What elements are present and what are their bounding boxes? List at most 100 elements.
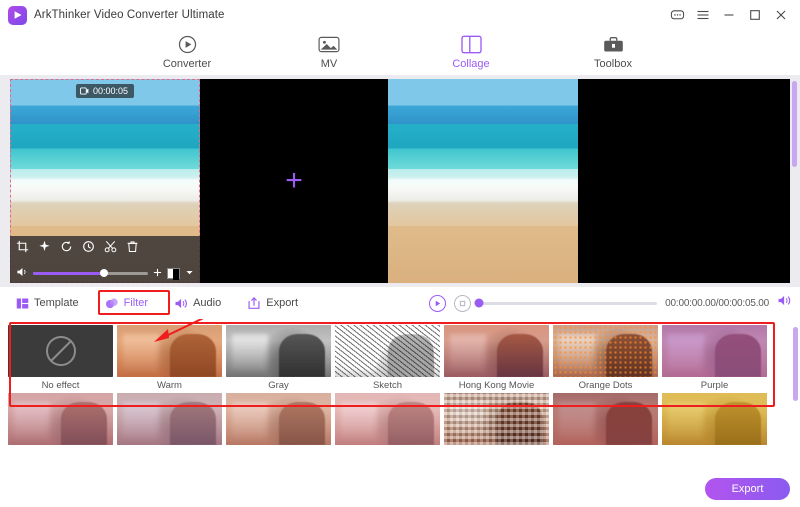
volume-knob[interactable] (100, 269, 109, 277)
close-icon[interactable] (768, 2, 794, 28)
filter-thumbnail (335, 393, 440, 445)
filter-item-hong-kong-movie[interactable]: Hong Kong Movie (444, 325, 549, 391)
filter-label: Sketch (372, 380, 403, 391)
filter-thumbnail (444, 393, 549, 445)
main-nav: Converter MV Collage Toolbox (0, 30, 800, 75)
app-title: ArkThinker Video Converter Ultimate (34, 9, 225, 21)
clip-thumbnail-2 (388, 79, 578, 283)
nav-tab-converter[interactable]: Converter (144, 34, 230, 70)
toolbar-tab-template[interactable]: Template (8, 294, 87, 313)
toolbar-tab-filter-label: Filter (123, 297, 149, 309)
filter-scrollbar[interactable] (793, 327, 798, 401)
empty-cell-background-2 (578, 79, 790, 283)
add-media-plus-icon[interactable]: + (285, 166, 303, 196)
toolbox-icon (603, 34, 624, 55)
filter-thumbnail (444, 325, 549, 377)
minimize-icon[interactable] (716, 2, 742, 28)
filter-item-gray[interactable]: Gray (226, 325, 331, 391)
title-bar: ArkThinker Video Converter Ultimate (0, 0, 800, 30)
trim-icon[interactable] (104, 240, 117, 253)
hamburger-menu-icon[interactable] (690, 2, 716, 28)
filter-thumbnail (117, 393, 222, 445)
filter-item-row2-2[interactable] (117, 393, 222, 448)
collage-icon (460, 34, 482, 55)
nav-tab-collage-label: Collage (452, 57, 490, 70)
filter-thumbnail (553, 393, 658, 445)
nav-tab-toolbox-label: Toolbox (594, 57, 632, 70)
chevron-down-icon[interactable] (185, 268, 194, 279)
crop-icon[interactable] (16, 240, 29, 253)
filter-label: Purple (700, 380, 729, 391)
export-button[interactable]: Export (705, 478, 790, 500)
export-icon (247, 296, 261, 310)
play-icon[interactable] (429, 294, 447, 312)
collage-cell-2[interactable]: + (200, 79, 388, 283)
filter-label: Hong Kong Movie (458, 380, 535, 391)
filter-panel: No effect Warm Gray Sketch Hong Kong Mov… (0, 319, 800, 507)
filter-thumbnail (8, 393, 113, 445)
filter-grid: No effect Warm Gray Sketch Hong Kong Mov… (8, 325, 792, 448)
clip-duration-text: 00:00:05 (92, 86, 129, 96)
filter-item-row2-7[interactable] (662, 393, 767, 448)
toolbar-tab-export-label: Export (266, 297, 299, 309)
feedback-icon[interactable] (664, 2, 690, 28)
nav-tab-mv-label: MV (320, 57, 338, 70)
nav-tab-toolbox[interactable]: Toolbox (570, 34, 656, 70)
collage-cell-3[interactable] (388, 79, 578, 283)
converter-icon (177, 34, 198, 55)
filter-thumbnail (226, 393, 331, 445)
filter-item-row2-4[interactable] (335, 393, 440, 448)
no-effect-icon (45, 336, 76, 366)
stop-icon[interactable] (454, 294, 472, 312)
template-icon (16, 297, 29, 310)
seek-bar[interactable] (474, 298, 658, 308)
rotate-icon[interactable] (60, 240, 73, 253)
toolbar-tab-filter[interactable]: Filter (97, 294, 156, 313)
filter-thumbnail (662, 325, 767, 377)
toolbar-tab-audio-label: Audio (193, 297, 222, 309)
clip-volume-row (16, 266, 194, 280)
filter-thumbnail (226, 325, 331, 377)
filter-item-row2-1[interactable] (8, 393, 113, 448)
filter-item-warm[interactable]: Warm (117, 325, 222, 391)
toolbar-tab-export[interactable]: Export (239, 294, 306, 313)
app-logo-icon (8, 5, 27, 25)
filter-label: Orange Dots (578, 380, 633, 391)
collage-cell-3-group (388, 79, 790, 285)
filter-thumbnail (117, 325, 222, 377)
audio-icon (174, 297, 188, 310)
filter-item-row2-6[interactable] (553, 393, 658, 448)
filter-item-row2-3[interactable] (226, 393, 331, 448)
filter-item-no-effect[interactable]: No effect (8, 325, 113, 391)
filter-label: No effect (41, 380, 80, 391)
toolbar-tab-template-label: Template (34, 297, 79, 309)
preview-player-controls: 00:00:00.00/00:00:05.00 (423, 294, 792, 312)
filter-item-orange-dots[interactable]: Orange Dots (553, 325, 658, 391)
color-swatch[interactable] (167, 267, 180, 280)
filter-item-purple[interactable]: Purple (662, 325, 767, 391)
toolbar-tab-audio[interactable]: Audio (166, 294, 229, 313)
collage-preview-area: 00:00:05 + (0, 75, 800, 287)
filter-item-sketch[interactable]: Sketch (335, 325, 440, 391)
delete-icon[interactable] (126, 240, 139, 253)
volume-slider[interactable] (33, 269, 148, 277)
editor-toolbar: Template Filter Audio Export 00:00:00.00… (0, 287, 800, 319)
nav-tab-collage[interactable]: Collage (428, 34, 514, 70)
app-window: ArkThinker Video Converter Ultimate Conv… (0, 0, 800, 507)
preview-scrollbar[interactable] (792, 81, 797, 167)
volume-icon[interactable] (16, 266, 28, 280)
volume-fill (33, 271, 105, 275)
maximize-icon[interactable] (742, 2, 768, 28)
nav-tab-mv[interactable]: MV (286, 34, 372, 70)
filter-icon (105, 297, 119, 310)
plus-icon[interactable] (153, 268, 162, 279)
filter-item-row2-5[interactable] (444, 393, 549, 448)
collage-cell-4[interactable] (578, 79, 790, 283)
collage-cell-1[interactable]: 00:00:05 (10, 79, 200, 283)
filter-thumbnail (553, 325, 658, 377)
filter-label: Warm (157, 380, 182, 391)
reset-icon[interactable] (82, 240, 95, 253)
player-volume-icon[interactable] (777, 294, 792, 312)
effect-icon[interactable] (38, 240, 51, 253)
seek-knob[interactable] (474, 298, 484, 308)
